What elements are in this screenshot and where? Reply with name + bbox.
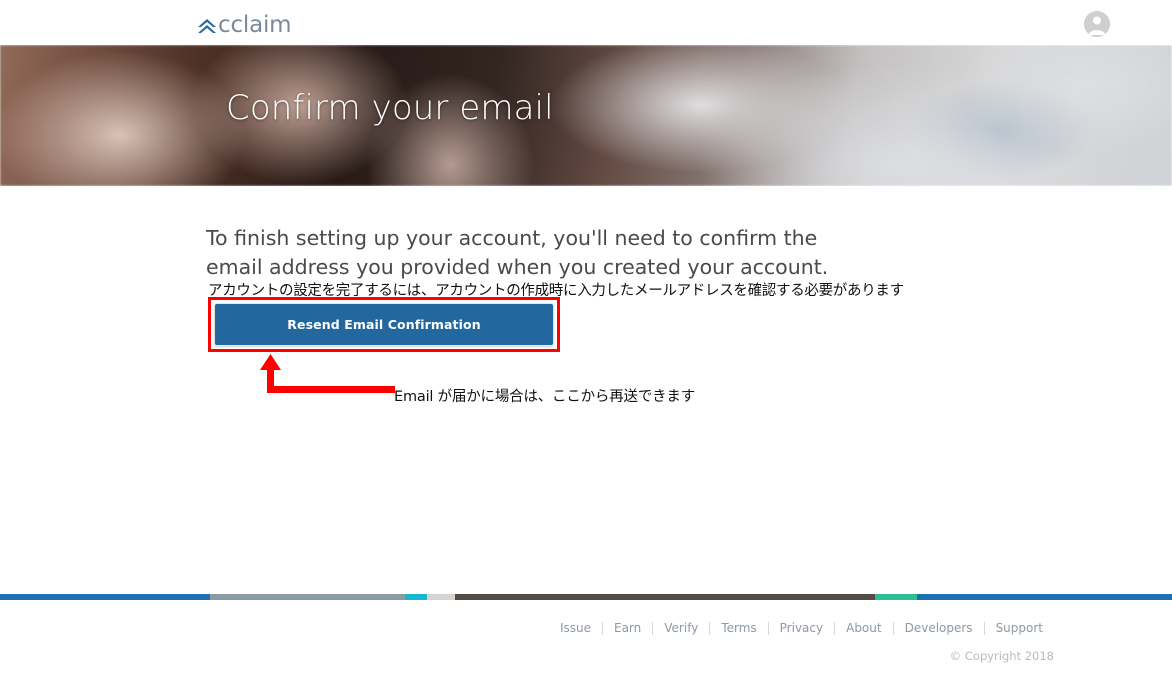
footer-color-stripe [0, 594, 1172, 600]
resend-email-confirmation-button[interactable]: Resend Email Confirmation [214, 303, 554, 346]
footer-stripe-segment [210, 594, 405, 600]
footer-stripe-segment [0, 594, 210, 600]
user-avatar-icon [1084, 11, 1110, 37]
hero-overlay [0, 45, 1172, 186]
footer-stripe-segment [455, 594, 875, 600]
footer-links: Issue Earn Verify Terms Privacy About Develope… [549, 621, 1054, 635]
acclaim-chevron-logo-icon [196, 16, 218, 36]
brand-logo[interactable]: cclaim [196, 12, 292, 39]
footer-stripe-segment [875, 594, 917, 600]
footer-link-issue[interactable]: Issue [549, 621, 602, 635]
page-title: Confirm your email [226, 88, 554, 128]
footer-link-terms[interactable]: Terms [710, 621, 767, 635]
lead-paragraph: To finish setting up your account, you'l… [206, 226, 829, 279]
footer-link-privacy[interactable]: Privacy [769, 621, 834, 635]
hero-banner: Confirm your email [0, 45, 1172, 186]
footer-stripe-segment [917, 594, 1172, 600]
footer-link-support[interactable]: Support [985, 621, 1054, 635]
footer-link-verify[interactable]: Verify [653, 621, 709, 635]
footer-stripe-segment [405, 594, 427, 600]
brand-name-label: cclaim [218, 12, 292, 38]
annotation-label: Email が届かに場合は、ここから再送できます [394, 389, 696, 405]
avatar[interactable] [1084, 11, 1110, 37]
copyright-label: © Copyright 2018 [949, 649, 1054, 663]
top-navigation-bar: cclaim [0, 0, 1172, 45]
red-up-arrow-annotation-icon [255, 354, 395, 400]
page-root: cclaim Confirm your email To finish sett… [0, 0, 1172, 691]
footer-stripe-segment [427, 594, 455, 600]
footer-link-about[interactable]: About [835, 621, 892, 635]
footer-link-earn[interactable]: Earn [603, 621, 652, 635]
footer-link-developers[interactable]: Developers [894, 621, 984, 635]
